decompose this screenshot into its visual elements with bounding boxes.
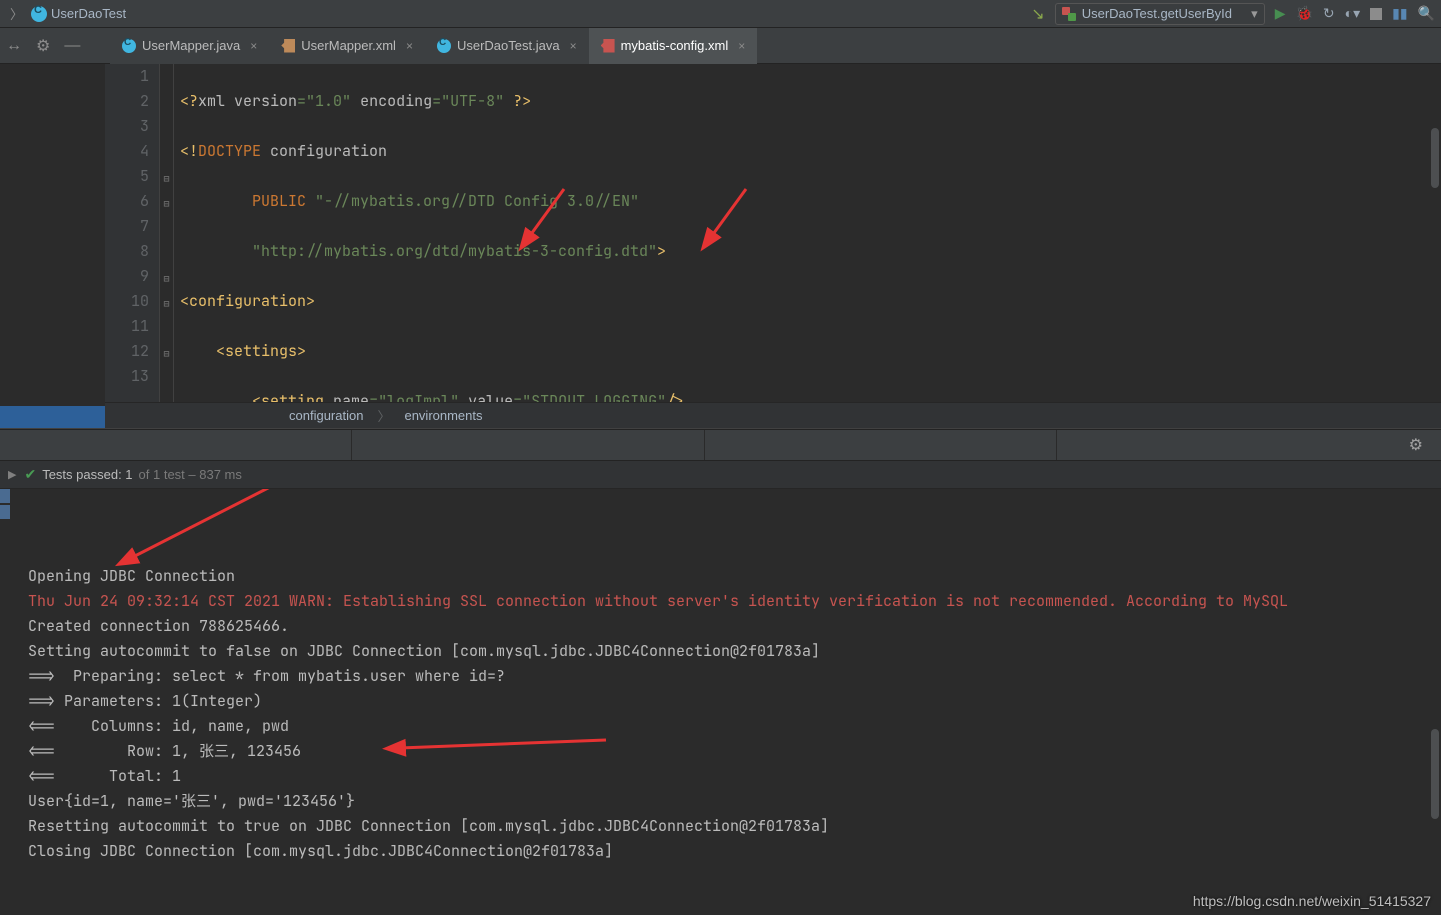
editor-region: 12345678910111213 ⊟⊟ ⊟⊟⊟ <?xml version="…: [0, 64, 1441, 429]
console-line: Setting autocommit to false on JDBC Conn…: [28, 639, 1441, 664]
chevron-right-icon: 〉: [377, 406, 390, 425]
editor-tab-label: UserMapper.xml: [301, 38, 396, 53]
line-number[interactable]: 1: [105, 64, 149, 89]
console-line: <== Columns: id, name, pwd: [28, 714, 1441, 739]
run-button[interactable]: ▶: [1275, 5, 1286, 22]
editor-scrollbar[interactable]: [1431, 128, 1439, 402]
console-line: User{id=1, name='张三', pwd='123456'}: [28, 789, 1441, 814]
run-console[interactable]: Opening JDBC ConnectionThu Jun 24 09:32:…: [0, 489, 1441, 869]
settings-gear-icon[interactable]: ⚙: [36, 36, 50, 56]
title-bar: 〉 UserDaoTest ↘ UserDaoTest.getUserById …: [0, 0, 1441, 28]
line-number[interactable]: 10: [105, 289, 149, 314]
editor-tab-label: UserMapper.java: [142, 38, 240, 53]
close-icon[interactable]: ×: [406, 39, 413, 53]
stop-button[interactable]: [1370, 8, 1382, 20]
console-line: ==> Preparing: select * from mybatis.use…: [28, 664, 1441, 689]
line-number[interactable]: 3: [105, 114, 149, 139]
editor-tab-label: UserDaoTest.java: [457, 38, 560, 53]
project-sidebar[interactable]: [0, 64, 105, 428]
expand-icon[interactable]: ▶: [8, 468, 16, 481]
class-file-icon: [31, 6, 47, 22]
editor-tab[interactable]: mybatis-config.xml ×: [589, 28, 758, 64]
line-number[interactable]: 11: [105, 314, 149, 339]
line-number[interactable]: 4: [105, 139, 149, 164]
line-number[interactable]: 5: [105, 164, 149, 189]
crumb-environments[interactable]: environments: [404, 408, 482, 423]
run-config-icon: [1062, 7, 1076, 21]
console-line: Returned connection 788625466 to pool.: [28, 864, 1441, 869]
tool-window-buttons: ↔ ⚙ —: [6, 36, 80, 56]
console-scrollbar[interactable]: [1431, 489, 1439, 869]
run-config-selector[interactable]: UserDaoTest.getUserById ▾: [1055, 3, 1265, 25]
line-number[interactable]: 13: [105, 364, 149, 389]
check-icon: ✔: [24, 466, 36, 483]
build-hammer-icon[interactable]: ↘: [1031, 4, 1044, 24]
xml-config-icon: [601, 39, 615, 53]
line-number[interactable]: 2: [105, 89, 149, 114]
console-line: Created connection 788625466.: [28, 614, 1441, 639]
breadcrumb-chevron-icon: 〉: [6, 4, 27, 23]
debug-button[interactable]: 🐞: [1295, 5, 1312, 22]
console-line: Closing JDBC Connection [com.mysql.jdbc.…: [28, 839, 1441, 864]
editor-breadcrumbs: configuration 〉 environments: [105, 402, 1441, 428]
editor-tabs-bar: ↔ ⚙ — UserMapper.java×UserMapper.xml×Use…: [0, 28, 1441, 64]
close-icon[interactable]: ×: [738, 39, 745, 53]
editor-tab[interactable]: UserMapper.xml ×: [269, 28, 425, 64]
console-line: <== Total: 1: [28, 764, 1441, 789]
panel-settings-gear-icon[interactable]: ⚙: [1409, 435, 1423, 455]
find-icon[interactable]: 🔍: [1418, 5, 1435, 22]
editor-tab-label: mybatis-config.xml: [621, 38, 729, 53]
java-class-icon: [437, 39, 451, 53]
editor-tab[interactable]: UserDaoTest.java ×: [425, 28, 589, 64]
line-number[interactable]: 12: [105, 339, 149, 364]
console-line: <== Row: 1, 张三, 123456: [28, 739, 1441, 764]
line-number[interactable]: 8: [105, 239, 149, 264]
tool-panel-strip: ⚙: [0, 429, 1441, 461]
coverage-icon[interactable]: ↻: [1323, 5, 1335, 22]
tests-passed-label: Tests passed: 1: [42, 467, 132, 482]
fold-column[interactable]: ⊟⊟ ⊟⊟⊟: [160, 64, 174, 402]
line-number[interactable]: 7: [105, 214, 149, 239]
line-number-gutter[interactable]: 12345678910111213: [105, 64, 160, 402]
open-folder-icon[interactable]: ▮▮: [1392, 5, 1407, 22]
console-line: ==> Parameters: 1(Integer): [28, 689, 1441, 714]
collapse-icon[interactable]: —: [64, 37, 80, 55]
xml-file-icon: [281, 39, 295, 53]
console-gutter-markers: [0, 489, 10, 869]
watermark: https://blog.csdn.net/weixin_51415327: [1193, 893, 1431, 909]
console-line: Opening JDBC Connection: [28, 564, 1441, 589]
console-line: Resetting autocommit to true on JDBC Con…: [28, 814, 1441, 839]
close-icon[interactable]: ×: [250, 39, 257, 53]
annotation-arrow: [434, 164, 574, 282]
chevron-down-icon: ▾: [1251, 6, 1258, 22]
close-icon[interactable]: ×: [570, 39, 577, 53]
project-tool-icon[interactable]: ↔: [6, 37, 22, 55]
crumb-configuration[interactable]: configuration: [289, 408, 363, 423]
code-editor[interactable]: <?xml version="1.0" encoding="UTF-8" ?> …: [174, 64, 1441, 402]
line-number[interactable]: 9: [105, 264, 149, 289]
test-status-bar: ▶ ✔ Tests passed: 1 of 1 test – 837 ms: [0, 461, 1441, 489]
tests-detail-label: of 1 test – 837 ms: [139, 467, 242, 482]
annotation-arrow: [616, 164, 756, 282]
profile-icon[interactable]: ◐▾: [1345, 5, 1360, 22]
breadcrumb-file[interactable]: UserDaoTest: [51, 6, 126, 21]
java-class-icon: [122, 39, 136, 53]
console-line: Thu Jun 24 09:32:14 CST 2021 WARN: Estab…: [28, 589, 1441, 614]
line-number[interactable]: 6: [105, 189, 149, 214]
editor-tab[interactable]: UserMapper.java ×: [110, 28, 269, 64]
project-selection[interactable]: [0, 406, 105, 428]
run-config-label: UserDaoTest.getUserById: [1082, 6, 1232, 21]
